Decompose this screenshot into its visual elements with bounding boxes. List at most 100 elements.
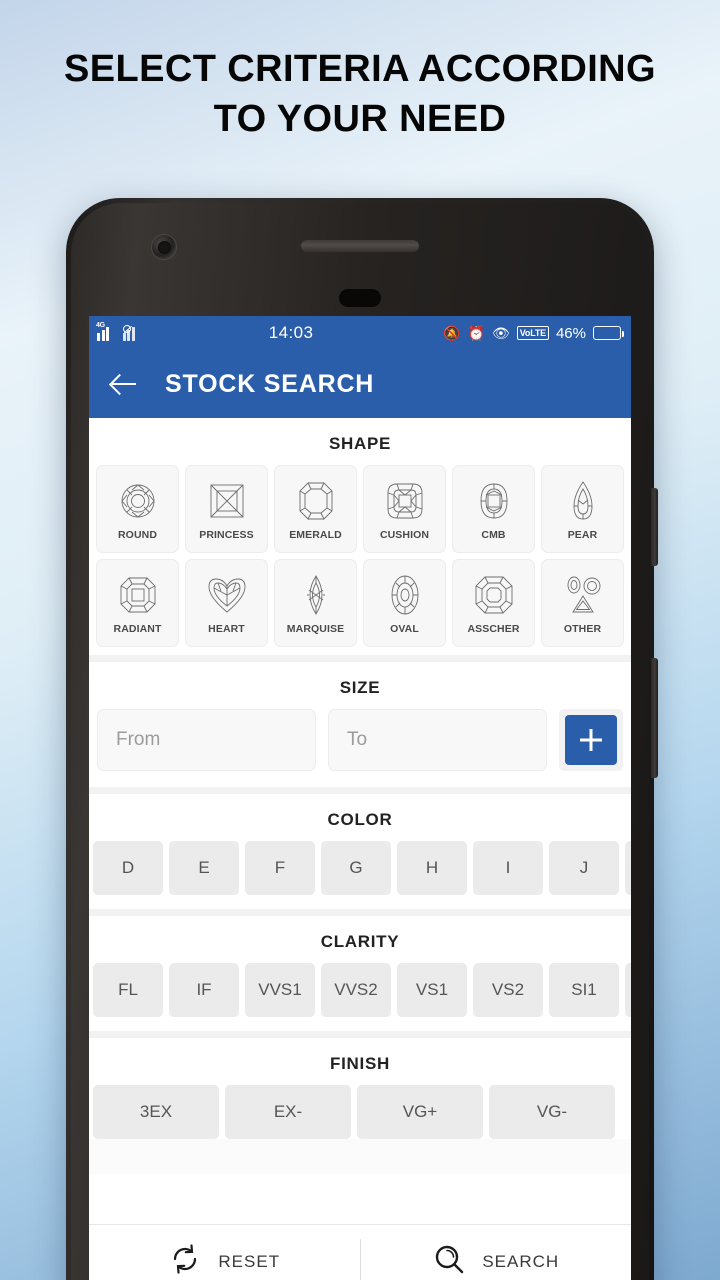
signal-bars-sim2-noservice-icon <box>122 324 140 341</box>
size-to-input[interactable]: To <box>328 709 547 771</box>
princess-diamond-icon <box>205 477 249 525</box>
clarity-chip[interactable]: VS1 <box>397 963 467 1017</box>
clarity-chip[interactable]: FL <box>93 963 163 1017</box>
shape-option-other[interactable]: OTHER <box>541 559 624 647</box>
section-color: COLOR D E F G H I J <box>89 794 631 909</box>
shape-option-marquise[interactable]: MARQUISE <box>274 559 357 647</box>
search-label: SEARCH <box>482 1251 560 1271</box>
status-bar-left: 4G <box>96 322 140 341</box>
section-title-size: SIZE <box>339 678 381 697</box>
section-finish: FINISH 3EX EX- VG+ VG- <box>89 1038 631 1139</box>
clarity-chip[interactable]: VS2 <box>473 963 543 1017</box>
clarity-chip-strip[interactable]: FL IF VVS1 VVS2 VS1 VS2 SI1 <box>89 963 631 1031</box>
marquise-diamond-icon <box>294 571 338 619</box>
shape-option-pear[interactable]: PEAR <box>541 465 624 553</box>
filter-content[interactable]: SHAPE ROUND PRINCESS EMERALD CUSHION CMB… <box>89 418 631 1174</box>
status-bar-right: 🔕 ⏰ 👁 VoLTE 46% <box>443 324 624 342</box>
battery-icon <box>593 326 624 340</box>
reset-button[interactable]: RESET <box>89 1225 360 1280</box>
shape-label: PEAR <box>567 529 598 541</box>
plus-icon[interactable] <box>565 715 617 765</box>
color-chip[interactable]: H <box>397 841 467 895</box>
shape-option-cmb[interactable]: CMB <box>452 465 535 553</box>
finish-chip-strip[interactable]: 3EX EX- VG+ VG- <box>89 1085 631 1139</box>
round-diamond-icon <box>116 477 160 525</box>
color-chip[interactable]: F <box>245 841 315 895</box>
clarity-chip-partial[interactable] <box>625 963 631 1017</box>
finish-chip[interactable]: VG+ <box>357 1085 483 1139</box>
status-bar: 4G 14:03 🔕 ⏰ 👁 VoLTE 46% <box>89 316 631 350</box>
eye-icon: 👁 <box>492 325 510 341</box>
shape-option-asscher[interactable]: ASSCHER <box>452 559 535 647</box>
clarity-chip[interactable]: SI1 <box>549 963 619 1017</box>
size-from-input[interactable]: From <box>97 709 316 771</box>
shape-label: PRINCESS <box>199 529 254 541</box>
app-bar: STOCK SEARCH <box>89 350 631 418</box>
section-divider <box>89 787 631 794</box>
color-chip[interactable]: J <box>549 841 619 895</box>
shape-option-oval[interactable]: OVAL <box>363 559 446 647</box>
shape-option-heart[interactable]: HEART <box>185 559 268 647</box>
shape-option-round[interactable]: ROUND <box>96 465 179 553</box>
color-chip-strip[interactable]: D E F G H I J <box>89 841 631 909</box>
finish-chip[interactable]: VG- <box>489 1085 615 1139</box>
cmb-diamond-icon <box>472 477 516 525</box>
shape-label: ASSCHER <box>467 623 520 635</box>
shape-label: OVAL <box>390 623 419 635</box>
shape-option-cushion[interactable]: CUSHION <box>363 465 446 553</box>
bottom-action-bar: RESET SEARCH <box>89 1224 631 1280</box>
emerald-diamond-icon <box>294 477 338 525</box>
pear-diamond-icon <box>561 477 605 525</box>
shape-label: CUSHION <box>379 529 430 541</box>
cushion-diamond-icon <box>383 477 427 525</box>
section-title-color: COLOR <box>327 810 393 829</box>
front-camera-icon <box>151 234 177 260</box>
status-bar-clock: 14:03 <box>268 323 314 342</box>
arrow-left-icon[interactable] <box>111 371 137 397</box>
color-chip-partial[interactable] <box>625 841 631 895</box>
section-clarity: CLARITY FL IF VVS1 VVS2 VS1 VS2 SI1 <box>89 916 631 1031</box>
volte-icon: VoLTE <box>516 326 549 340</box>
section-divider <box>89 1031 631 1038</box>
section-title-finish: FINISH <box>330 1054 390 1073</box>
section-title-shape: SHAPE <box>328 434 392 453</box>
clarity-chip[interactable]: VVS2 <box>321 963 391 1017</box>
phone-screen: 4G 14:03 🔕 ⏰ 👁 VoLTE 46% STOCK SEARCH SH… <box>89 316 631 1280</box>
clarity-chip[interactable]: VVS1 <box>245 963 315 1017</box>
oval-diamond-icon <box>383 571 427 619</box>
size-row: From To <box>89 709 631 787</box>
finish-chip[interactable]: 3EX <box>93 1085 219 1139</box>
promo-headline: SELECT CRITERIA ACCORDING TO YOUR NEED <box>0 44 720 144</box>
shape-label: MARQUISE <box>286 623 345 635</box>
section-divider <box>89 655 631 662</box>
page-title: STOCK SEARCH <box>165 369 375 398</box>
phone-mockup: 4G 14:03 🔕 ⏰ 👁 VoLTE 46% STOCK SEARCH SH… <box>66 198 658 1280</box>
heart-diamond-icon <box>205 571 249 619</box>
bell-muted-icon: 🔕 <box>443 325 461 341</box>
color-chip[interactable]: I <box>473 841 543 895</box>
section-title-clarity: CLARITY <box>320 932 400 951</box>
radiant-diamond-icon <box>116 571 160 619</box>
power-button[interactable] <box>651 488 658 566</box>
section-shape: SHAPE ROUND PRINCESS EMERALD CUSHION CMB… <box>89 418 631 655</box>
color-chip[interactable]: E <box>169 841 239 895</box>
alarm-icon: ⏰ <box>467 325 486 341</box>
headline-line-2: TO YOUR NEED <box>213 98 507 140</box>
volume-button[interactable] <box>651 658 658 778</box>
search-button[interactable]: SEARCH <box>361 1225 632 1280</box>
finish-chip[interactable]: EX- <box>225 1085 351 1139</box>
color-chip[interactable]: D <box>93 841 163 895</box>
shape-option-radiant[interactable]: RADIANT <box>96 559 179 647</box>
shape-label: HEART <box>208 623 245 635</box>
proximity-sensor <box>339 289 381 307</box>
earpiece-speaker <box>301 240 419 252</box>
shape-grid: ROUND PRINCESS EMERALD CUSHION CMB PEAR … <box>89 465 631 655</box>
battery-percent-label: 46% <box>555 324 586 342</box>
size-add-wrapper <box>559 709 623 771</box>
reset-label: RESET <box>218 1251 281 1271</box>
clarity-chip[interactable]: IF <box>169 963 239 1017</box>
shape-option-princess[interactable]: PRINCESS <box>185 465 268 553</box>
shape-option-emerald[interactable]: EMERALD <box>274 465 357 553</box>
color-chip[interactable]: G <box>321 841 391 895</box>
shape-label: EMERALD <box>289 529 342 541</box>
